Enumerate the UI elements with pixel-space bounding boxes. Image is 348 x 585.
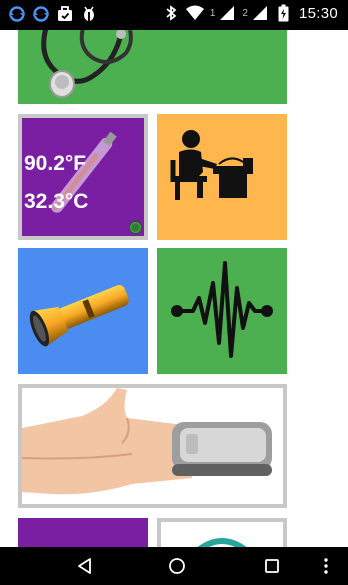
home-icon[interactable] (166, 556, 188, 576)
pulse-oximeter-tile[interactable] (18, 384, 287, 508)
status-bar: 1 2 15:30 (0, 0, 348, 30)
gauge-icon (197, 538, 247, 547)
doctor-at-desk-icon (170, 130, 253, 200)
gauge-tile[interactable] (157, 518, 287, 547)
stethoscope-icon (41, 30, 133, 98)
tile-grid: 90.2°F 32.3°C (0, 30, 348, 547)
wifi-icon (185, 4, 204, 22)
sync-icon (32, 5, 50, 23)
partial-tile[interactable] (18, 518, 148, 547)
status-indicator (129, 221, 142, 234)
thermometer-tile[interactable]: 90.2°F 32.3°C (18, 114, 148, 240)
flashlight-icon (29, 285, 129, 347)
navigation-bar (0, 547, 348, 585)
temperature-fahrenheit: 90.2°F (24, 152, 87, 175)
temperature-celsius: 32.3°C (24, 190, 89, 213)
signal-icon (218, 4, 236, 22)
sim2-label: 2 (242, 7, 248, 19)
pulse-oximeter-icon (22, 388, 272, 495)
thermometer-icon (51, 131, 117, 213)
bluetooth-icon (162, 4, 180, 22)
sim1-label: 1 (209, 7, 216, 19)
stethoscope-tile[interactable] (18, 30, 287, 104)
heartbeat-tile[interactable] (157, 248, 287, 374)
battery-icon (275, 4, 293, 22)
flashlight-tile[interactable] (18, 248, 148, 374)
android-debug-icon (80, 5, 98, 23)
back-icon[interactable] (74, 556, 96, 576)
doctor-tile[interactable] (157, 114, 287, 240)
recents-icon[interactable] (261, 556, 283, 576)
sync-icon (8, 5, 26, 23)
heartbeat-icon (171, 261, 273, 358)
clock: 15:30 (298, 4, 338, 22)
more-icon[interactable] (315, 556, 337, 576)
signal-icon (251, 4, 269, 22)
briefcase-icon (56, 5, 74, 23)
